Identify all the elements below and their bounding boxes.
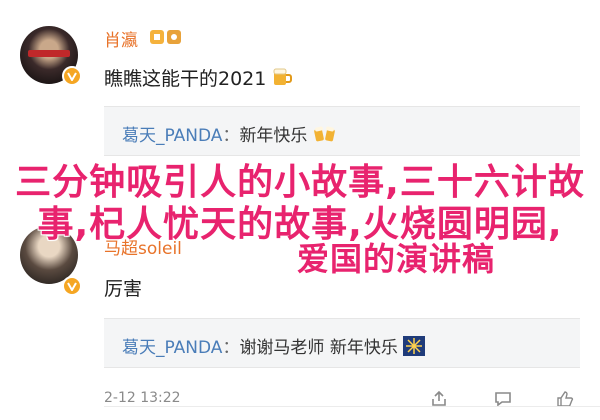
reply-colon: ： [222,126,240,146]
fireworks-icon [403,335,426,361]
username[interactable]: 肖瀛 [104,26,138,51]
comment-text-content: 厉害 [104,278,143,300]
beer-mug-icon [272,67,294,92]
reply-text: 葛天_PANDA：新年快乐 [122,121,337,148]
beer-cheers-icon [313,125,337,148]
comment-text-content: 瞧瞧这能干的2021 [104,68,267,90]
comment-date: 2-12 13:22 [104,390,181,406]
reply-username[interactable]: 葛天_PANDA [122,338,222,358]
reply-box[interactable]: 葛天_PANDA：谢谢马老师 新年快乐 [104,318,580,368]
reply-text: 葛天_PANDA：谢谢马老师 新年快乐 [122,333,426,361]
verified-badge-icon [62,276,82,296]
reply-content: 新年快乐 [239,126,308,146]
vip-badge-icon [167,30,181,44]
user-badges [150,30,181,44]
verified-badge-icon [62,66,82,86]
overlay-title-line-3: 爱国的演讲稿 [296,240,495,278]
reply-colon: ： [222,338,240,358]
divider [104,406,600,407]
reply-username[interactable]: 葛天_PANDA [122,126,222,146]
comment-meta: 2-12 13:22 [104,390,580,416]
reply-content: 谢谢马老师 新年快乐 [239,338,398,358]
reply-box[interactable]: 葛天_PANDA：新年快乐 [104,106,580,156]
comment-text: 瞧瞧这能干的2021 [104,64,294,92]
level-badge-icon [150,30,164,44]
